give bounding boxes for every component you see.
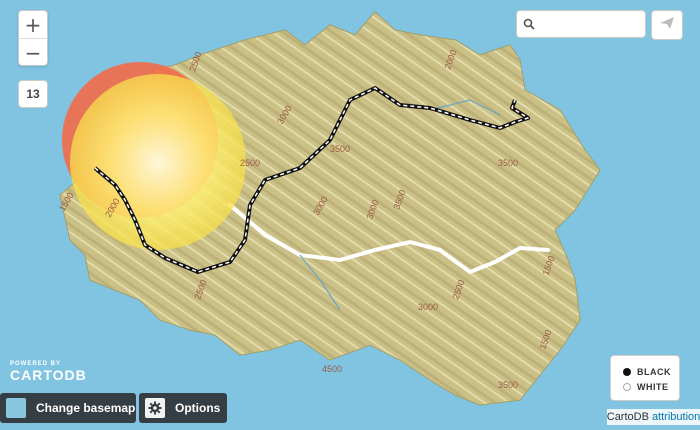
terrain-map: 2500 2000 3000 2500 3500 3500 3000 3000 … [57,11,601,406]
contour-label: 3500 [498,158,518,168]
legend-label: BLACK [637,366,671,377]
basemap-label: Change basemap [36,401,136,415]
options-button[interactable]: Options [139,393,227,423]
zoom-in-button[interactable]: + [19,11,47,39]
contour-label: 2500 [240,158,260,168]
legend-label: WHITE [637,381,669,392]
legend-item-black: BLACK [623,364,679,379]
zoom-control: + − [18,10,48,66]
white-dot-icon [623,382,631,391]
search-input[interactable] [541,16,641,32]
map-canvas[interactable]: 2500 2000 3000 2500 3500 3500 3000 3000 … [0,0,700,425]
brand-name: CARTODB [10,367,87,383]
share-button[interactable] [651,10,683,40]
search-box[interactable] [516,10,646,38]
attribution-bar: CartoDB attribution [607,409,700,425]
gear-icon [145,398,165,418]
contour-label: 4500 [322,364,342,374]
attribution-link[interactable]: attribution [652,411,700,423]
change-basemap-button[interactable]: Change basemap [0,393,136,423]
black-dot-icon [623,367,631,376]
zoom-out-button[interactable]: − [19,39,47,66]
contour-label: 3500 [498,380,518,390]
attribution-provider: CartoDB [606,411,649,423]
options-label: Options [175,401,221,415]
contour-label: 3500 [330,144,350,154]
heat-core [70,74,246,250]
share-icon [659,16,675,35]
cartodb-logo: POWERED BY CARTODB [10,361,87,383]
zoom-level-indicator: 13 [18,80,48,108]
basemap-swatch-icon [6,398,26,418]
search-icon [517,18,541,30]
contour-label: 3000 [418,302,438,312]
legend: BLACK WHITE [610,355,680,401]
legend-item-white: WHITE [623,379,679,394]
